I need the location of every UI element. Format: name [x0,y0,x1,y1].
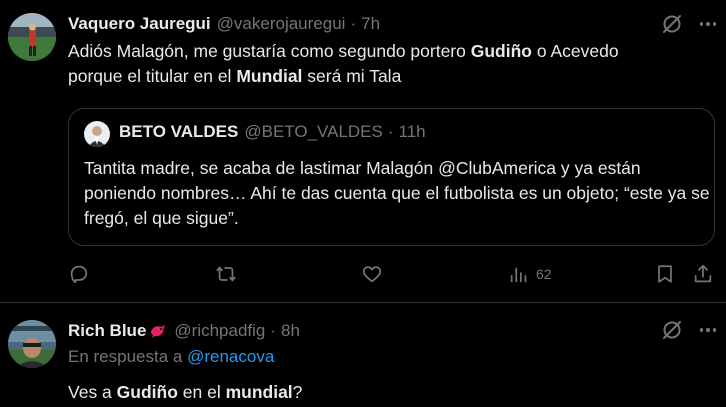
mention-link[interactable]: @renacova [187,347,274,366]
analytics-icon [510,267,527,283]
reply-button[interactable] [68,262,90,286]
share-icon [694,264,712,283]
quote-avatar[interactable] [84,121,110,147]
quote-author-name[interactable]: BETO VALDES [119,122,238,142]
heart-icon [362,266,382,283]
separator-dot: · [350,14,357,33]
quoted-tweet[interactable]: BETO VALDES @BETO_VALDES · 11h Tantita m… [68,108,715,246]
avatar[interactable] [8,320,56,368]
tweet-text: Ves a Gudiño en el mundial? [68,382,303,402]
tweet[interactable]: Vaquero Jauregui @vakerojauregui · 7h Ad… [0,0,726,303]
views-button[interactable]: 62 [508,262,552,286]
separator-dot: · [270,321,277,340]
quote-text: Tantita madre, se acaba de lastimar Mala… [84,158,710,228]
grok-icon[interactable] [660,318,684,342]
reply-icon [70,265,88,284]
share-button[interactable] [692,262,714,286]
more-options-icon[interactable] [696,318,720,342]
grok-icon[interactable] [660,12,684,36]
tweet-text: Adiós Malagón, me gustaría como segundo … [68,41,619,86]
action-bar: 62 [68,262,716,286]
author-handle[interactable]: @richpadfig [174,321,265,341]
bird-emoji-icon [148,321,168,341]
quote-timestamp[interactable]: 11h [399,122,426,142]
more-options-icon[interactable] [696,12,720,36]
timestamp[interactable]: 7h [361,14,380,34]
retweet-icon [216,266,236,282]
quote-header: BETO VALDES @BETO_VALDES · 11h [119,122,426,142]
timestamp[interactable]: 8h [281,321,300,341]
separator-dot: · [387,122,394,141]
author-name[interactable]: Rich Blue [68,321,146,341]
bookmark-icon [658,265,672,283]
views-count: 62 [536,266,552,282]
bookmark-button[interactable] [654,262,676,286]
author-name[interactable]: Vaquero Jauregui [68,14,211,34]
tweet-header: Rich Blue @richpadfig · 8h [68,320,300,342]
reply-context: En respuesta a @renacova [68,347,275,366]
retweet-button[interactable] [215,262,237,286]
avatar[interactable] [8,13,56,61]
tweet-header: Vaquero Jauregui @vakerojauregui · 7h [68,13,380,35]
author-handle[interactable]: @vakerojauregui [217,14,346,34]
like-button[interactable] [361,262,383,286]
quote-author-handle[interactable]: @BETO_VALDES [244,122,383,142]
